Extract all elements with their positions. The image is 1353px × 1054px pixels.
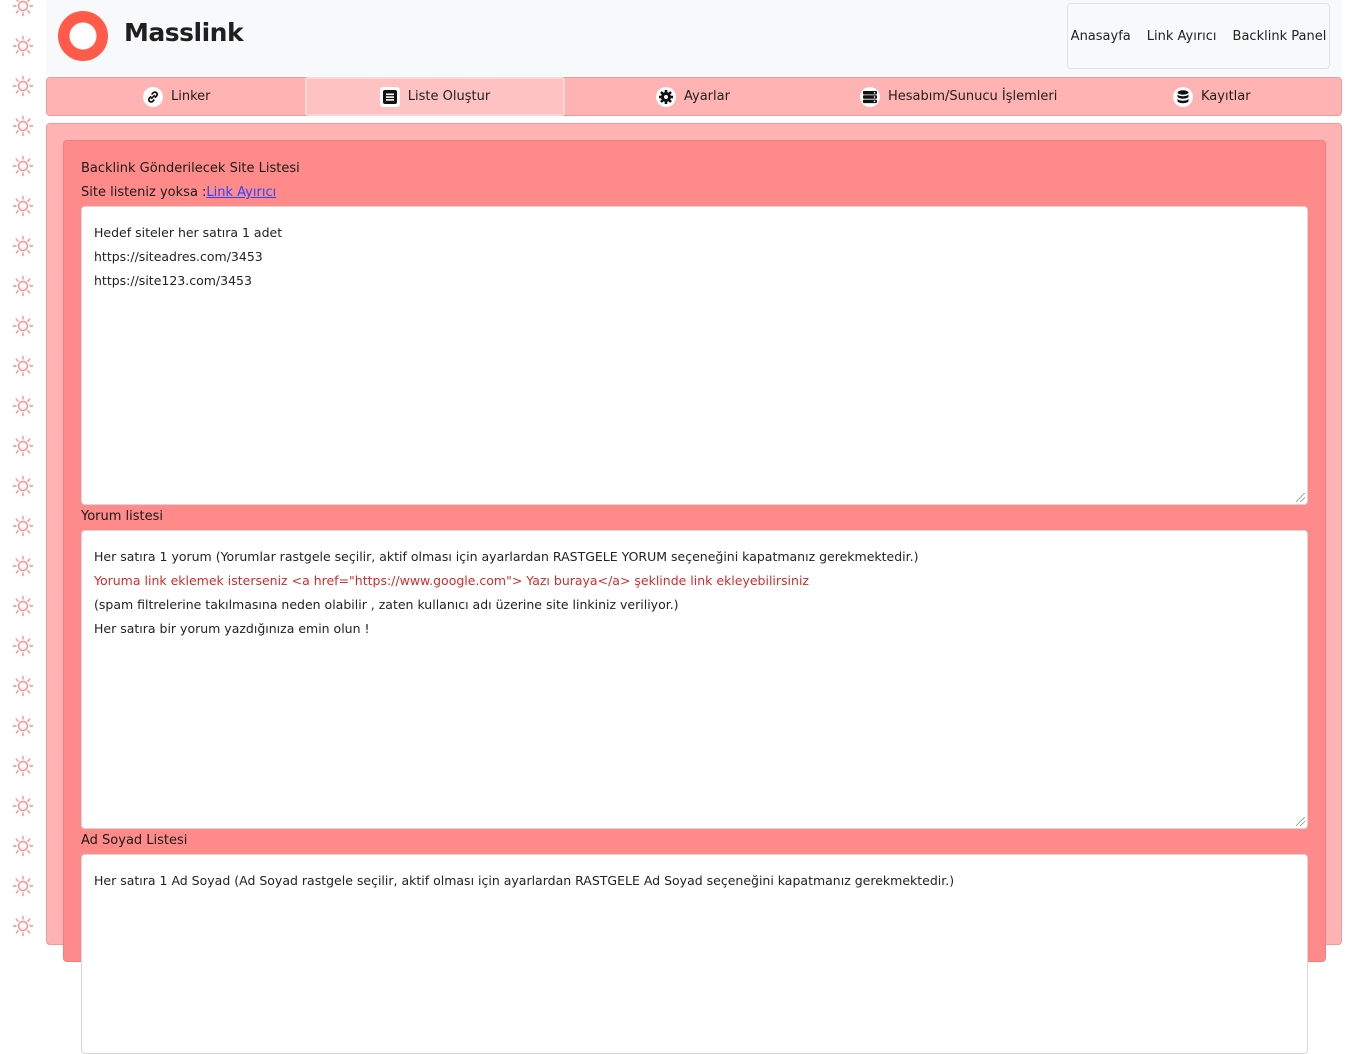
resize-handle[interactable] xyxy=(1296,493,1305,502)
sun-icon xyxy=(12,0,34,17)
form-panel: Backlink Gönderilecek Site Listesi Site … xyxy=(63,140,1326,1054)
comments-label: Yorum listesi xyxy=(81,509,164,524)
sun-icon xyxy=(12,675,34,697)
names-textarea[interactable]: Her satıra 1 Ad Soyad (Ad Soyad rastgele… xyxy=(81,854,1308,1054)
tab-kayitlar[interactable]: Kayıtlar xyxy=(1173,78,1251,115)
sun-icon xyxy=(12,395,34,417)
tab-ayarlar[interactable]: Ayarlar xyxy=(656,78,730,115)
link-icon xyxy=(143,86,163,107)
sun-icon xyxy=(12,235,34,257)
link-ayirici-link[interactable]: Link Ayırıcı xyxy=(206,185,276,200)
sun-icon xyxy=(12,315,34,337)
logo-icon xyxy=(58,11,108,61)
tab-linker[interactable]: Linker xyxy=(143,78,211,115)
sun-icon xyxy=(12,835,34,857)
database-icon xyxy=(1173,86,1193,107)
tab-liste-olustur[interactable]: Liste Oluştur xyxy=(305,77,565,116)
comments-line: Her satıra bir yorum yazdığınıza emin ol… xyxy=(94,621,370,636)
tab-bar: Linker Liste Oluştur Ayarlar Hesabım/Sun… xyxy=(46,77,1342,116)
sites-hint: Site listeniz yoksa :Link Ayırıcı xyxy=(81,185,276,200)
sun-icon xyxy=(12,435,34,457)
list-icon xyxy=(379,86,400,107)
decorative-sidebar xyxy=(0,0,46,937)
comments-line: Yoruma link eklemek isterseniz <a href="… xyxy=(94,573,809,588)
nav-backlink-panel-link[interactable]: Backlink Panel xyxy=(1233,29,1327,44)
sun-icon xyxy=(12,195,34,217)
sites-line: https://siteadres.com/3453 xyxy=(94,249,263,264)
sun-icon xyxy=(12,915,34,937)
sun-icon xyxy=(12,275,34,297)
sun-icon xyxy=(12,515,34,537)
sites-textarea[interactable]: Hedef siteler her satıra 1 adet https://… xyxy=(81,206,1308,505)
sites-line: https://site123.com/3453 xyxy=(94,273,252,288)
sun-icon xyxy=(12,875,34,897)
nav-link-ayirici-link[interactable]: Link Ayırıcı xyxy=(1147,29,1217,44)
sun-icon xyxy=(12,555,34,577)
sites-line: Hedef siteler her satıra 1 adet xyxy=(94,225,283,240)
comments-textarea[interactable]: Her satıra 1 yorum (Yorumlar rastgele se… xyxy=(81,530,1308,829)
sites-hint-text: Site listeniz yoksa : xyxy=(81,185,207,200)
names-label: Ad Soyad Listesi xyxy=(81,833,188,848)
names-line: Her satıra 1 Ad Soyad (Ad Soyad rastgele… xyxy=(94,873,955,888)
sun-icon xyxy=(12,75,34,97)
sun-icon xyxy=(12,155,34,177)
tab-liste-olustur-label: Liste Oluştur xyxy=(407,89,491,104)
sites-title: Backlink Gönderilecek Site Listesi xyxy=(81,161,300,176)
comments-line: Her satıra 1 yorum (Yorumlar rastgele se… xyxy=(94,549,919,564)
sun-icon xyxy=(12,755,34,777)
server-icon xyxy=(860,86,880,107)
top-nav: Anasayfa Link Ayırıcı Backlink Panel xyxy=(1067,3,1330,69)
tab-hesabim[interactable]: Hesabım/Sunucu İşlemleri xyxy=(860,78,1057,115)
sun-icon xyxy=(12,715,34,737)
tab-kayitlar-label: Kayıtlar xyxy=(1201,89,1251,104)
sun-icon xyxy=(12,795,34,817)
sun-icon xyxy=(12,635,34,657)
tab-hesabim-label: Hesabım/Sunucu İşlemleri xyxy=(888,89,1058,104)
tab-linker-label: Linker xyxy=(171,89,211,104)
header: Masslink Anasayfa Link Ayırıcı Backlink … xyxy=(46,0,1342,76)
nav-anasayfa-link[interactable]: Anasayfa xyxy=(1071,29,1131,44)
resize-handle[interactable] xyxy=(1296,817,1305,826)
main-panel: Backlink Gönderilecek Site Listesi Site … xyxy=(46,123,1342,1054)
comments-line: (spam filtrelerine takılmasına neden ola… xyxy=(94,597,679,612)
gear-icon xyxy=(656,86,676,107)
sun-icon xyxy=(12,35,34,57)
sun-icon xyxy=(12,475,34,497)
tab-ayarlar-label: Ayarlar xyxy=(684,89,730,104)
sun-icon xyxy=(12,115,34,137)
sun-icon xyxy=(12,355,34,377)
sun-icon xyxy=(12,595,34,617)
brand-name: Masslink xyxy=(124,18,244,47)
